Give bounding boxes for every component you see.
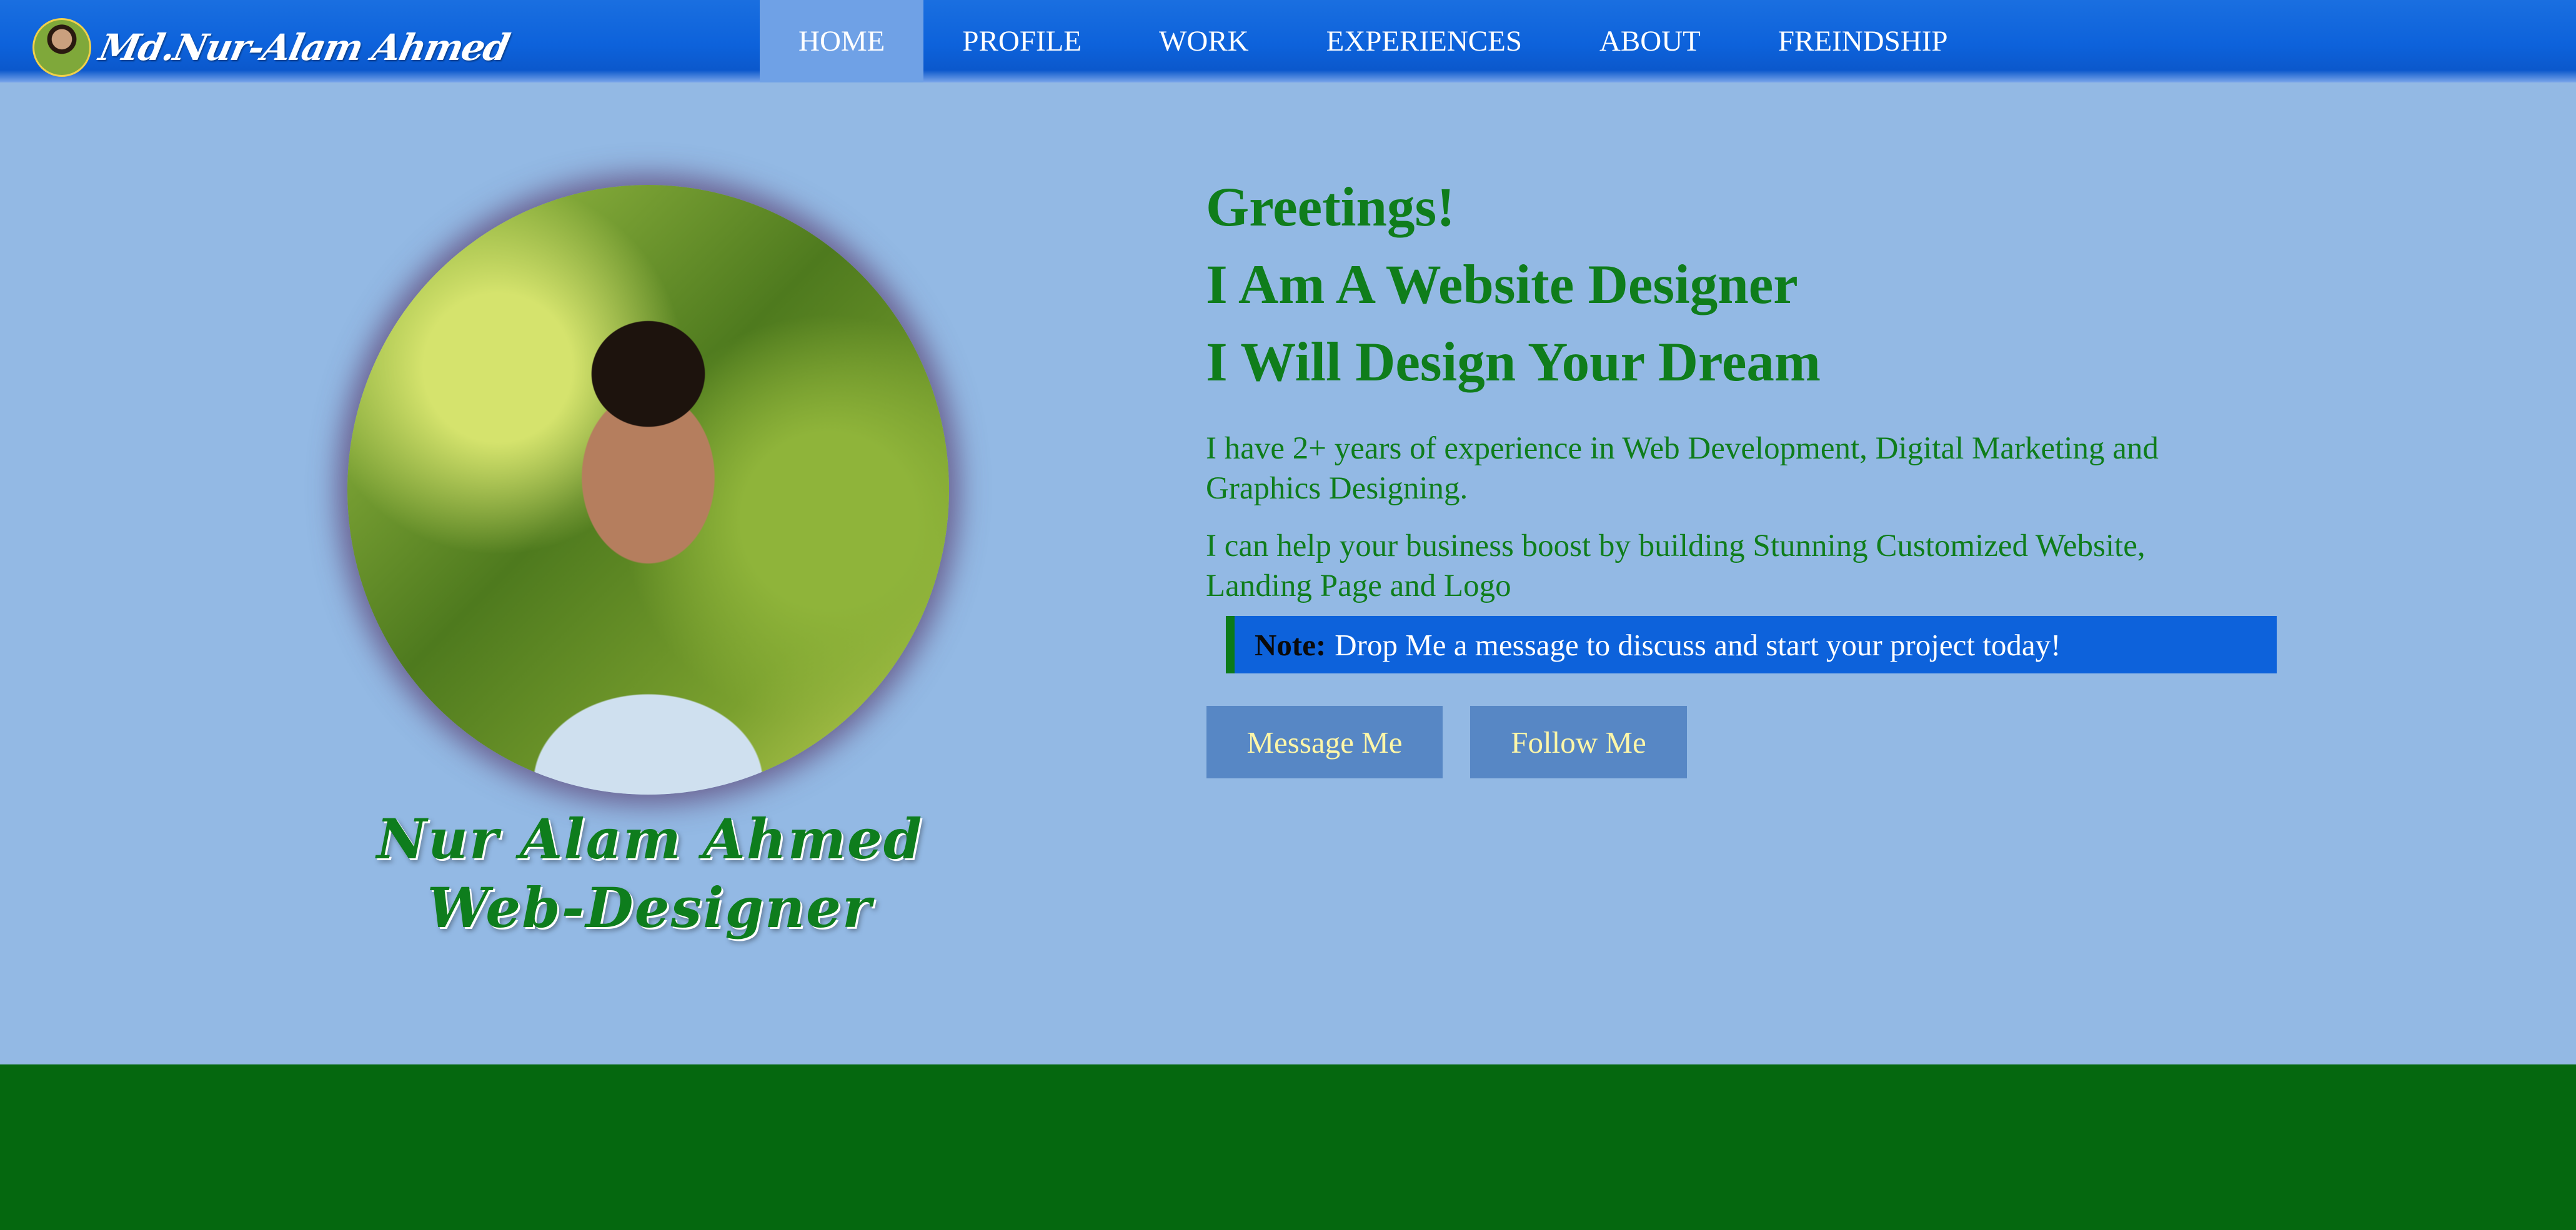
note-banner: Note: Drop Me a message to discuss and s…	[1226, 616, 2277, 673]
profile-role: Web-Designer	[427, 875, 873, 940]
profile-avatar	[32, 18, 91, 77]
brand-logo[interactable]: Md.Nur-Alam Ahmed	[32, 16, 512, 79]
nav-item-home[interactable]: HOME	[760, 0, 924, 82]
note-text: Drop Me a message to discuss and start y…	[1335, 627, 2061, 662]
profile-photo	[347, 185, 949, 795]
nav-item-profile[interactable]: PROFILE	[923, 0, 1120, 82]
greeting-heading: Greetings!	[1206, 177, 1455, 238]
experience-paragraph: I have 2+ years of experience in Web Dev…	[1206, 431, 2159, 506]
profile-caption: Nur Alam Ahmed Web-Designer	[350, 805, 950, 942]
nav-item-about[interactable]: ABOUT	[1561, 0, 1739, 82]
nav-item-freindship[interactable]: FREINDSHIP	[1739, 0, 1987, 82]
nav-item-work[interactable]: WORK	[1120, 0, 1288, 82]
main-nav: HOME PROFILE WORK EXPERIENCES ABOUT FREI…	[760, 0, 1986, 82]
message-me-button[interactable]: Message Me	[1206, 706, 1443, 778]
services-paragraph: I can help your business boost by buildi…	[1206, 528, 2146, 603]
footer	[0, 1064, 2576, 1230]
hero-section: Greetings! I Am A Website Designer I Wil…	[1206, 169, 2280, 606]
nav-item-experiences[interactable]: EXPERIENCES	[1288, 0, 1561, 82]
top-navbar: Md.Nur-Alam Ahmed HOME PROFILE WORK EXPE…	[0, 0, 2576, 82]
profile-name: Nur Alam Ahmed	[376, 806, 923, 871]
follow-me-button[interactable]: Follow Me	[1470, 706, 1687, 778]
note-label: Note:	[1255, 627, 1326, 662]
dream-heading: I Will Design Your Dream	[1206, 332, 1821, 393]
brand-name: Md.Nur-Alam Ahmed	[95, 26, 513, 69]
designer-heading: I Am A Website Designer	[1206, 254, 1798, 315]
